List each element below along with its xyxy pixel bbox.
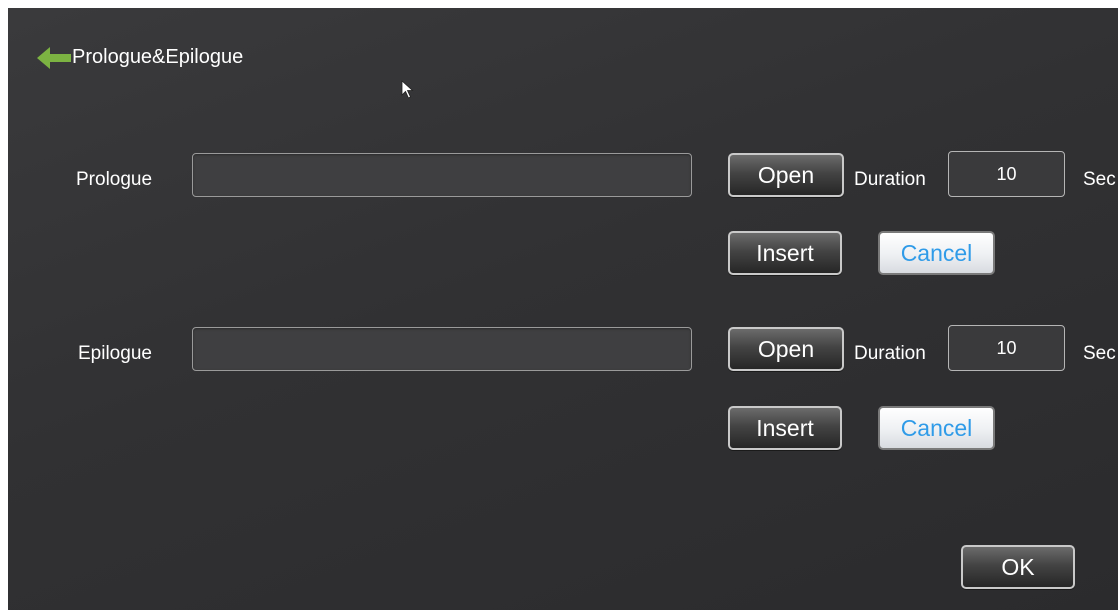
prologue-unit-label: Sec: [1083, 169, 1116, 190]
prologue-cancel-button[interactable]: Cancel: [878, 231, 995, 275]
epilogue-unit-label: Sec: [1083, 343, 1116, 364]
epilogue-path-field[interactable]: [192, 327, 692, 371]
epilogue-duration-input[interactable]: 10: [948, 325, 1065, 371]
prologue-label: Prologue: [76, 169, 153, 190]
epilogue-label: Epilogue: [78, 343, 152, 364]
prologue-insert-button[interactable]: Insert: [728, 231, 842, 275]
prologue-epilogue-screen: Prologue&Epilogue Prologue Open Duration…: [8, 8, 1118, 610]
page-title: Prologue&Epilogue: [72, 46, 244, 68]
ok-button[interactable]: OK: [961, 545, 1075, 589]
prologue-open-button[interactable]: Open: [728, 153, 844, 197]
back-arrow-icon[interactable]: [35, 44, 73, 72]
epilogue-open-button[interactable]: Open: [728, 327, 844, 371]
prologue-duration-input[interactable]: 10: [948, 151, 1065, 197]
prologue-path-field[interactable]: [192, 153, 692, 197]
epilogue-duration-label: Duration: [854, 343, 926, 364]
epilogue-insert-button[interactable]: Insert: [728, 406, 842, 450]
prologue-duration-label: Duration: [854, 169, 926, 190]
mouse-pointer-icon: [401, 80, 415, 100]
epilogue-cancel-button[interactable]: Cancel: [878, 406, 995, 450]
